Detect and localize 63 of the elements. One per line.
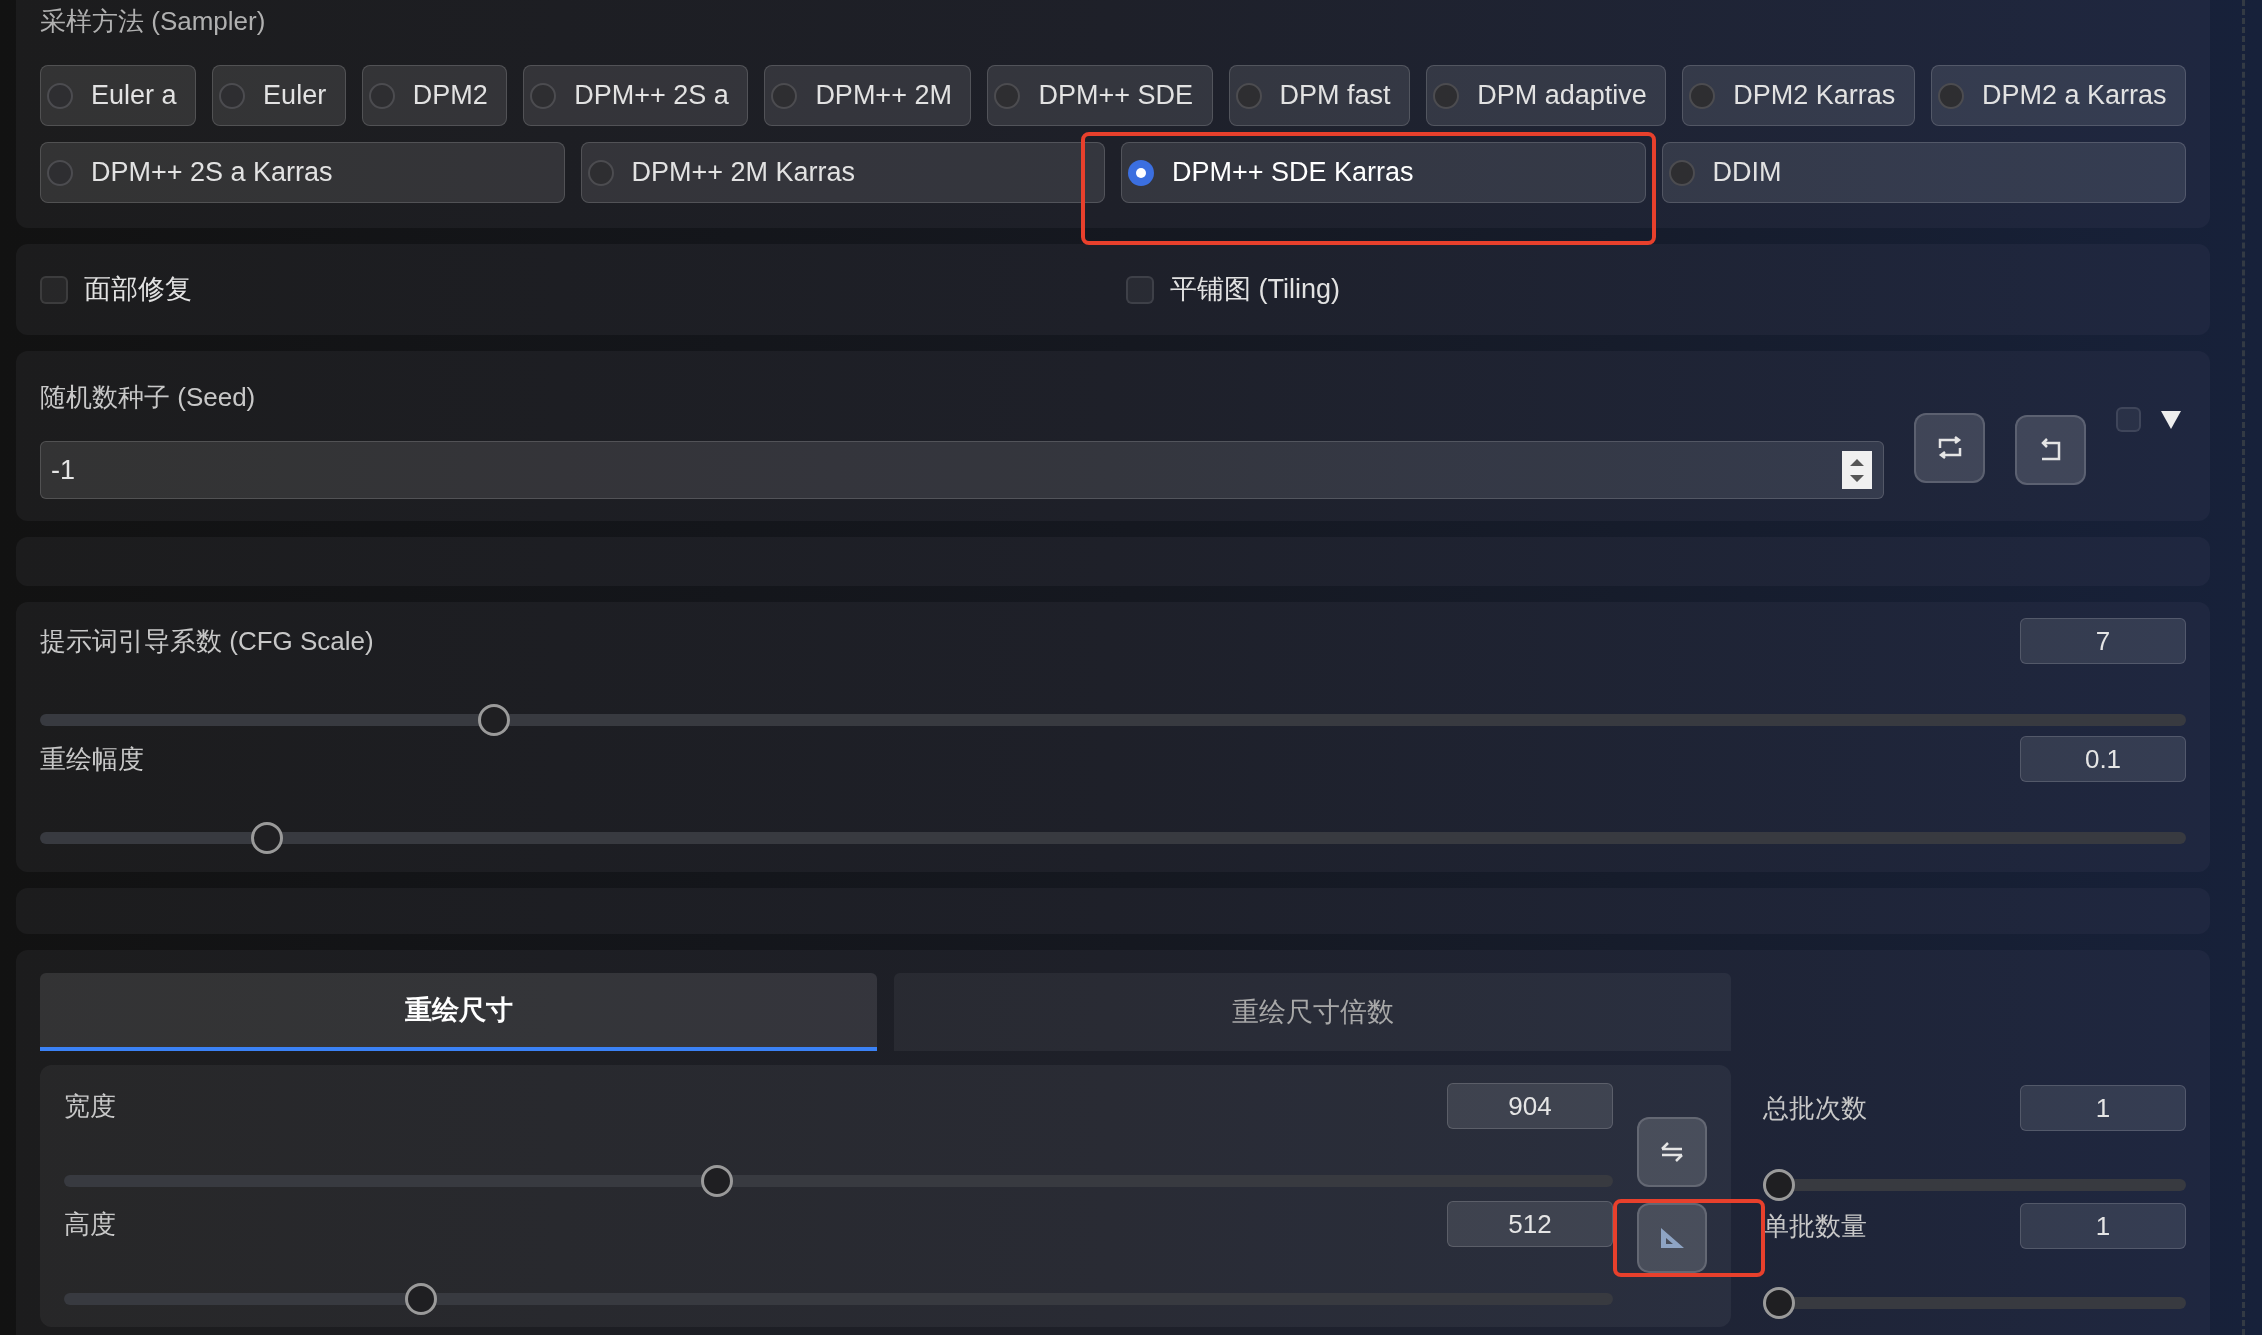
sampler-option[interactable]: DPM2 a Karras <box>1930 65 2186 126</box>
slider-thumb[interactable] <box>405 1283 438 1315</box>
slider-label: 总批次数 <box>1763 1091 1867 1125</box>
reuse-button[interactable] <box>2015 415 2086 485</box>
section-label: 随机数种子 (Seed) <box>40 381 257 414</box>
radio-icon <box>994 82 1021 109</box>
tab[interactable]: 重绘尺寸倍数 <box>894 973 1731 1051</box>
size-tool-button[interactable] <box>1637 1203 1707 1273</box>
sampler-option[interactable]: DPM++ SDE <box>987 65 1213 126</box>
repeat-button[interactable] <box>1914 413 1985 483</box>
slider[interactable] <box>40 822 2186 854</box>
spinner-icon[interactable] <box>1842 451 1872 489</box>
sampler-option[interactable]: DPM2 Karras <box>1682 65 1915 126</box>
radio-selected-icon <box>1128 159 1154 186</box>
radio-icon <box>1433 82 1460 109</box>
radio-icon <box>1937 82 1964 109</box>
sampler-option[interactable]: DDIM <box>1661 142 2186 203</box>
checkbox-label: 平铺图 (Tiling) <box>1170 273 1340 307</box>
checkbox[interactable] <box>2116 407 2141 432</box>
sampler-option[interactable]: DPM++ 2M <box>764 65 972 126</box>
slider-label: 宽度 <box>64 1089 116 1123</box>
checkbox-label: 面部修复 <box>84 273 192 307</box>
slider[interactable] <box>64 1283 1613 1315</box>
section-label: 采样方法 (Sampler) <box>40 5 267 38</box>
sampler-option[interactable]: DPM2 <box>361 65 508 126</box>
slider-thumb[interactable] <box>1763 1287 1795 1319</box>
sampler-option[interactable]: DPM++ 2M Karras <box>580 142 1105 203</box>
checkbox[interactable] <box>40 275 68 304</box>
radio-icon <box>368 82 395 109</box>
slider-thumb[interactable] <box>701 1165 734 1197</box>
slider-thumb[interactable] <box>477 704 510 736</box>
sampler-option[interactable]: Euler <box>212 65 346 126</box>
radio-icon <box>771 82 798 109</box>
radio-icon <box>47 82 73 109</box>
radio-icon <box>1668 159 1695 186</box>
size-tool-button[interactable] <box>1637 1117 1707 1187</box>
sampler-option[interactable]: Euler a <box>40 65 197 126</box>
sampler-option[interactable]: DPM++ SDE Karras <box>1121 142 1646 203</box>
slider[interactable] <box>1763 1169 2186 1201</box>
radio-icon <box>1235 82 1262 109</box>
sampler-option[interactable]: DPM++ 2S a <box>523 65 749 126</box>
slider-label: 单批数量 <box>1763 1209 1867 1243</box>
slider-thumb[interactable] <box>1763 1169 1795 1201</box>
dropdown-triangle-icon[interactable] <box>2161 410 2181 429</box>
radio-icon <box>219 82 246 109</box>
checkbox[interactable] <box>1126 275 1154 304</box>
sampler-option[interactable]: DPM fast <box>1228 65 1411 126</box>
radio-icon <box>47 159 73 186</box>
slider[interactable] <box>40 704 2186 736</box>
repeat-icon <box>1936 436 1963 460</box>
slider[interactable] <box>1763 1287 2186 1319</box>
tab[interactable]: 重绘尺寸 <box>40 973 877 1051</box>
swap-icon <box>1659 1141 1685 1163</box>
radio-icon <box>530 82 557 109</box>
slider-label: 高度 <box>64 1207 116 1241</box>
radio-icon <box>1689 82 1716 109</box>
slider[interactable] <box>64 1165 1613 1197</box>
slider-label: 提示词引导系数 (CFG Scale) <box>40 624 374 658</box>
slider-label: 重绘幅度 <box>40 742 144 776</box>
sampler-option[interactable]: DPM adaptive <box>1426 65 1667 126</box>
sampler-option[interactable]: DPM++ 2S a Karras <box>40 142 565 203</box>
slider-thumb[interactable] <box>251 822 284 854</box>
radio-icon <box>587 159 614 186</box>
